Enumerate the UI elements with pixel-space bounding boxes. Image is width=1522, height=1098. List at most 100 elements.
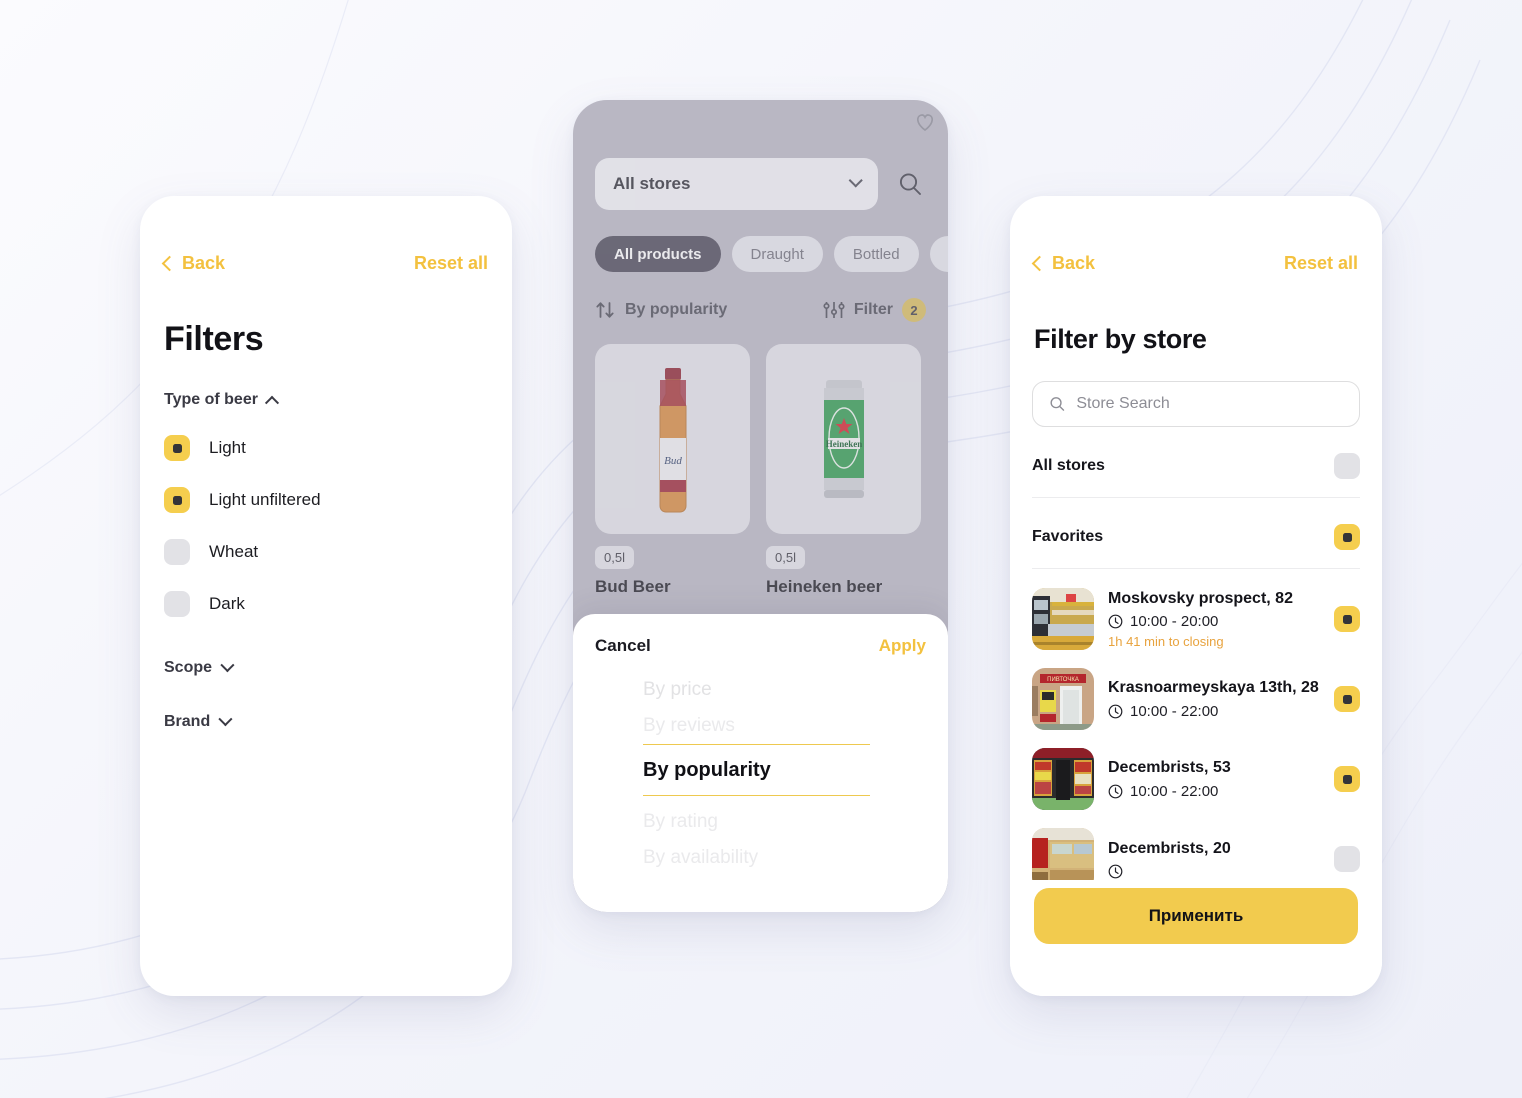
product-card-heineken-beer[interactable]: Heineken 0,5l Heineken beer	[766, 114, 933, 597]
filter-button[interactable]: Filter 2	[823, 298, 926, 322]
store-list-item[interactable]: Moskovsky prospect, 82 10:00 - 20:00 1h …	[1010, 579, 1382, 659]
back-button[interactable]: Back	[1031, 252, 1096, 274]
heart-icon[interactable]	[914, 112, 936, 132]
store-hours: 10:00 - 22:00	[1108, 783, 1320, 800]
svg-text:Bud: Bud	[664, 455, 682, 467]
favorites-row[interactable]: Favorites	[1010, 512, 1382, 562]
svg-text:Heineken: Heineken	[825, 439, 862, 449]
filter-option-label: Light	[209, 438, 246, 457]
sheet-header: Cancel Apply	[595, 636, 926, 656]
checkbox-light[interactable]	[164, 435, 190, 461]
chevron-left-icon	[1031, 255, 1048, 271]
store-thumbnail	[1032, 748, 1094, 810]
page-title: Filters	[164, 320, 264, 358]
chip-bottled[interactable]: Bottled	[833, 236, 919, 272]
checkbox-dark[interactable]	[164, 591, 190, 617]
sort-option-by-popularity[interactable]: By popularity	[643, 745, 926, 795]
checkbox-store[interactable]	[1334, 686, 1360, 712]
sort-bottom-sheet: Cancel Apply By price By reviews By popu…	[573, 614, 948, 912]
store-name: Krasnoarmeyskaya 13th, 28	[1108, 679, 1319, 697]
chevron-left-icon	[161, 255, 178, 271]
store-name: Moskovsky prospect, 82	[1108, 589, 1293, 607]
chevron-up-icon	[264, 395, 280, 410]
product-volume: 0,5l	[595, 546, 634, 569]
filter-count-badge: 2	[902, 298, 926, 322]
sort-arrows-icon	[596, 302, 614, 318]
store-selector[interactable]: All stores	[595, 158, 878, 210]
store-photo-krasnoarmeyskaya: ПИВТОЧКА	[1032, 668, 1094, 730]
app-frame: Back Reset all Filters Type of beer Ligh…	[0, 0, 1522, 1098]
filter-group-type-of-beer[interactable]: Type of beer	[140, 391, 512, 410]
checkbox-store[interactable]	[1334, 766, 1360, 792]
store-list-item[interactable]: ПИВТОЧКА Krasnoarmeyskaya 13th, 28 10:00…	[1010, 659, 1382, 739]
product-card-bud-beer[interactable]: Bud 0,5l Bud Beer	[595, 114, 933, 597]
filter-group-brand[interactable]: Brand	[140, 712, 512, 731]
page-title: Filter by store	[1034, 324, 1207, 354]
apply-button[interactable]: Применить	[1034, 888, 1358, 944]
store-hours-text: 10:00 - 22:00	[1130, 782, 1219, 800]
sort-button[interactable]: By popularity	[595, 300, 727, 320]
chevron-down-icon	[218, 712, 233, 727]
favorites-label: Favorites	[1032, 528, 1104, 545]
store-details: Moskovsky prospect, 82 10:00 - 20:00 1h …	[1108, 589, 1320, 649]
store-search-input[interactable]	[1076, 395, 1343, 413]
store-thumbnail: ПИВТОЧКА	[1032, 668, 1094, 730]
apply-button[interactable]: Apply	[879, 636, 926, 656]
filter-option-light-unfiltered[interactable]: Light unfiltered	[140, 481, 512, 519]
checkbox-favorites[interactable]	[1334, 524, 1360, 550]
clock-icon	[1108, 784, 1123, 798]
product-image: Bud	[595, 344, 750, 534]
product-name: Bud Beer	[595, 577, 671, 596]
store-details: Decembrists, 20	[1108, 839, 1320, 878]
checkbox-store[interactable]	[1334, 606, 1360, 632]
chip-all-products[interactable]: All products	[595, 236, 721, 272]
sort-option-by-availability[interactable]: By availability	[643, 840, 926, 876]
filter-option-label: Dark	[209, 594, 245, 613]
filter-sliders-icon	[823, 302, 845, 318]
type-of-beer-options: Light Light unfiltered Wheat Dark	[140, 429, 512, 623]
sort-filter-bar: By popularity Filter 2	[573, 298, 948, 322]
picker-bottom-rule	[643, 795, 870, 796]
chip-snacks[interactable]: Sna	[929, 236, 948, 272]
search-button[interactable]	[894, 168, 926, 200]
all-stores-row[interactable]: All stores	[1010, 441, 1382, 491]
filter-by-store-screen: Back Reset all Filter by store All store…	[1010, 196, 1382, 996]
sort-option-by-reviews[interactable]: By reviews	[643, 708, 926, 744]
filter-group-scope[interactable]: Scope	[140, 658, 512, 677]
checkbox-store[interactable]	[1334, 846, 1360, 872]
store-list[interactable]: Moskovsky prospect, 82 10:00 - 20:00 1h …	[1010, 579, 1382, 897]
sort-option-picker[interactable]: By price By reviews By popularity By rat…	[595, 672, 926, 876]
all-stores-label: All stores	[1032, 457, 1105, 474]
sort-option-by-rating[interactable]: By rating	[643, 804, 926, 840]
checkbox-light-unfiltered[interactable]	[164, 487, 190, 513]
filter-option-light[interactable]: Light	[140, 429, 512, 467]
chevron-down-icon	[220, 658, 235, 673]
reset-all-button[interactable]: Reset all	[414, 253, 488, 274]
filter-option-label: Light unfiltered	[209, 490, 321, 509]
sort-option-by-price[interactable]: By price	[643, 672, 926, 708]
store-list-item[interactable]: Decembrists, 53 10:00 - 22:00	[1010, 739, 1382, 819]
filter-group-label: Brand	[164, 713, 211, 730]
store-thumbnail	[1032, 588, 1094, 650]
store-selector-value: All stores	[613, 174, 691, 193]
store-hours	[1108, 864, 1320, 879]
cancel-button[interactable]: Cancel	[595, 636, 651, 656]
reset-all-button[interactable]: Reset all	[1284, 253, 1358, 274]
chip-draught[interactable]: Draught	[731, 236, 823, 272]
filter-option-dark[interactable]: Dark	[140, 585, 512, 623]
store-name: Decembrists, 53	[1108, 759, 1231, 777]
filter-option-wheat[interactable]: Wheat	[140, 533, 512, 571]
catalog-screen: All stores All products Draught Bottled …	[573, 100, 948, 912]
back-label: Back	[1052, 252, 1096, 273]
store-hours: 10:00 - 22:00	[1108, 703, 1320, 720]
checkbox-all-stores[interactable]	[1334, 453, 1360, 479]
back-button[interactable]: Back	[161, 253, 225, 274]
store-hours-text: 10:00 - 22:00	[1130, 702, 1219, 720]
checkbox-wheat[interactable]	[164, 539, 190, 565]
product-image: Heineken	[766, 344, 921, 534]
product-volume: 0,5l	[766, 546, 805, 569]
store-search-field[interactable]	[1032, 381, 1360, 427]
catalog-header: All stores	[573, 158, 948, 210]
category-chips: All products Draught Bottled Sna	[573, 236, 948, 272]
store-details: Decembrists, 53 10:00 - 22:00	[1108, 758, 1320, 799]
